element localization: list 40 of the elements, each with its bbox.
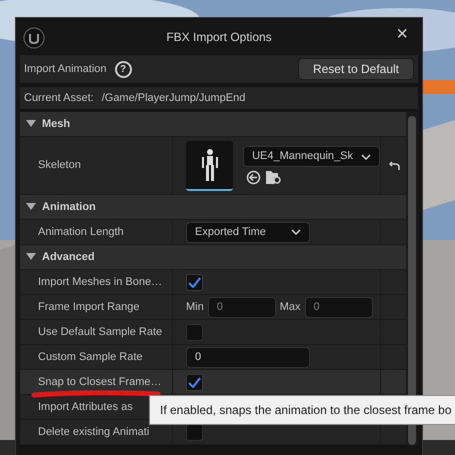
expand-arrow-icon[interactable] (26, 120, 36, 128)
asset-thumbnail[interactable] (186, 140, 234, 190)
input-field[interactable]: 0 (304, 296, 373, 318)
property-label: Frame Import Range (38, 300, 140, 315)
field-label: Min (186, 300, 204, 315)
property-label: Use Default Sample Rate (38, 324, 162, 340)
use-selected-icon[interactable] (246, 170, 261, 185)
section-header: Animation (42, 200, 96, 215)
reset-arrow-icon[interactable] (388, 160, 400, 170)
dropdown[interactable]: UE4_Mannequin_Sk (243, 146, 380, 168)
chevron-down-icon (291, 229, 301, 235)
close-button[interactable]: × (392, 22, 412, 46)
property-label: Import Meshes in Bone… (38, 274, 162, 290)
checkbox[interactable] (186, 324, 203, 340)
property-label: Animation Length (38, 224, 124, 240)
window-title: FBX Import Options (166, 28, 272, 46)
panel-title: Import Animation (24, 62, 107, 77)
asset-path: /Game/PlayerJump/JumpEnd (102, 90, 246, 106)
property-label: Custom Sample Rate (38, 350, 143, 365)
property-label: Snap to Closest Frame… (38, 374, 162, 390)
checkbox[interactable] (186, 274, 203, 290)
section-header: Advanced (42, 250, 95, 265)
input-field[interactable]: 0 (186, 346, 310, 368)
chevron-down-icon (361, 154, 371, 160)
property-label: Delete existing Animati (38, 424, 150, 440)
help-icon[interactable]: ? (114, 60, 132, 78)
logo-icon (23, 27, 45, 49)
expand-arrow-icon[interactable] (26, 253, 36, 261)
browse-folder-icon[interactable] (266, 170, 282, 185)
property-label: Skeleton (38, 158, 81, 174)
section-header: Mesh (42, 116, 70, 132)
input-field[interactable]: 0 (208, 296, 276, 318)
dropdown[interactable]: Exported Time (186, 222, 310, 242)
asset-label: Current Asset: (24, 90, 94, 106)
checkbox[interactable] (186, 374, 203, 390)
tooltip: If enabled, snaps the animation to the closest frame bo (149, 395, 455, 425)
property-label: Import Attributes as (38, 400, 133, 415)
field-label: Max (280, 300, 301, 315)
reset-to-default-button[interactable]: Reset to Default (298, 58, 414, 80)
expand-arrow-icon[interactable] (26, 203, 36, 211)
